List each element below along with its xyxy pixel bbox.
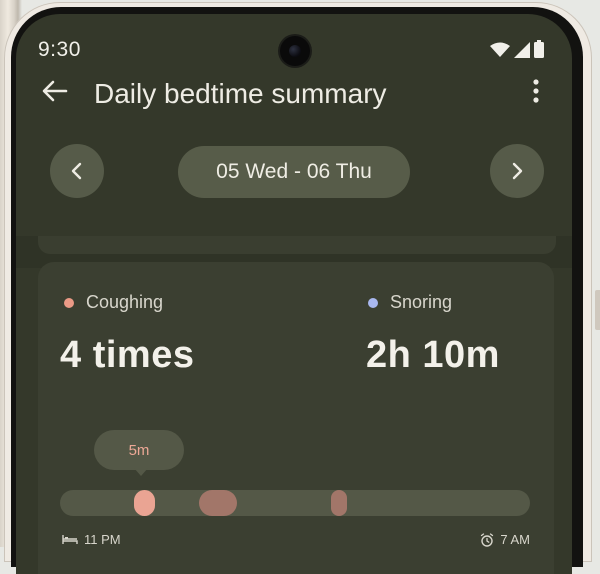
wake-time-text: 7 AM <box>500 532 530 547</box>
coughing-event-3[interactable] <box>331 490 348 516</box>
chevron-right-icon <box>512 162 523 180</box>
previous-day-button[interactable] <box>50 144 104 198</box>
event-duration-tooltip: 5m <box>94 430 184 470</box>
bedtime-text: 11 PM <box>84 532 121 547</box>
snoring-value: 2h 10m <box>366 334 500 376</box>
next-day-button[interactable] <box>490 144 544 198</box>
coughing-event-1[interactable] <box>133 490 155 516</box>
date-navigation: 05 Wed - 06 Thu <box>16 144 572 200</box>
battery-icon <box>534 40 544 58</box>
date-range-selector[interactable]: 05 Wed - 06 Thu <box>178 146 410 198</box>
status-icons <box>490 40 544 58</box>
status-time: 9:30 <box>38 38 81 61</box>
phone-frame: 9:30 Daily bedtime summary 05 Wed - 06 T… <box>0 0 600 574</box>
coughing-dot-icon <box>64 297 74 308</box>
front-camera <box>280 36 310 66</box>
more-vert-icon[interactable] <box>526 74 546 108</box>
app-bar: Daily bedtime summary <box>16 64 572 116</box>
coughing-timeline[interactable] <box>60 490 530 516</box>
coughing-value: 4 times <box>60 334 195 376</box>
previous-card-edge <box>38 236 556 254</box>
page-title: Daily bedtime summary <box>94 78 387 109</box>
wifi-icon <box>490 42 510 57</box>
snoring-label: Snoring <box>368 292 452 313</box>
snoring-dot-icon <box>368 297 378 308</box>
coughing-label: Coughing <box>64 292 163 313</box>
bed-icon <box>62 535 78 544</box>
snoring-label-text: Snoring <box>390 292 453 312</box>
cell-signal-icon <box>514 42 530 58</box>
tooltip-pointer <box>134 468 148 476</box>
chevron-left-icon <box>71 162 82 180</box>
phone-screen: 9:30 Daily bedtime summary 05 Wed - 06 T… <box>16 14 572 574</box>
alarm-icon <box>481 532 494 547</box>
back-arrow-icon[interactable] <box>38 74 72 108</box>
phone-side-button <box>595 290 600 330</box>
coughing-event-2[interactable] <box>199 490 237 516</box>
bedtime-label: 11 PM <box>62 532 121 547</box>
wake-time-label: 7 AM <box>480 532 530 547</box>
sleep-summary-card: Coughing 4 times Snoring 2h 10m 5m 11 PM <box>38 262 554 574</box>
coughing-label-text: Coughing <box>86 292 164 312</box>
